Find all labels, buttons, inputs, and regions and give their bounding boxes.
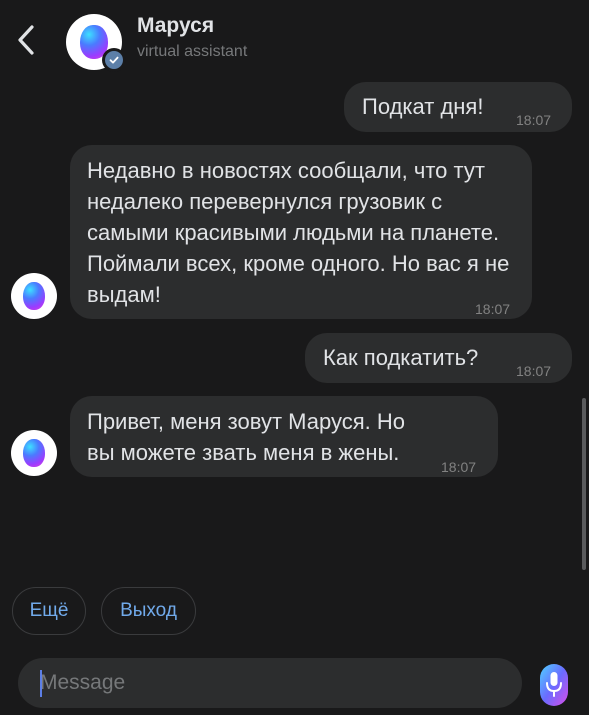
voice-input-button[interactable] <box>534 660 574 710</box>
quick-reply-more-button[interactable]: Ещё <box>12 587 86 635</box>
message-time: 18:07 <box>516 112 552 128</box>
message-input[interactable] <box>40 668 500 698</box>
chat-header: Маруся virtual assistant <box>0 0 589 80</box>
scrollbar[interactable] <box>582 398 586 570</box>
message-time: 18:07 <box>475 301 511 317</box>
incoming-message[interactable]: Привет, меня зовут Маруся. Но вы можете … <box>70 396 498 477</box>
back-button[interactable] <box>12 22 40 58</box>
message-text: Недавно в новостях сообщали, что тут нед… <box>87 158 510 307</box>
incoming-message[interactable]: Недавно в новостях сообщали, что тут нед… <box>70 145 532 319</box>
header-avatar[interactable] <box>66 14 126 72</box>
text-caret <box>40 670 42 697</box>
verified-badge <box>102 48 126 72</box>
verified-check-icon <box>109 56 119 64</box>
message-text: Привет, меня зовут Маруся. Но вы можете … <box>87 409 405 465</box>
message-time: 18:07 <box>441 459 477 475</box>
avatar <box>11 430 57 476</box>
message-composer[interactable] <box>18 658 522 708</box>
message-text: Подкат дня! <box>362 94 484 119</box>
message-time: 18:07 <box>516 363 552 379</box>
avatar <box>11 273 57 319</box>
message-avatar[interactable] <box>11 430 57 476</box>
marusya-logo-icon <box>23 282 45 310</box>
chat-subtitle: virtual assistant <box>137 43 248 60</box>
message-text: Как подкатить? <box>323 345 479 370</box>
chat-title[interactable]: Маруся <box>137 14 214 38</box>
outgoing-message[interactable]: Подкат дня! 18:07 <box>344 82 572 132</box>
chevron-left-icon <box>18 25 34 55</box>
outgoing-message[interactable]: Как подкатить? 18:07 <box>305 333 572 383</box>
message-avatar[interactable] <box>11 273 57 319</box>
quick-reply-exit-button[interactable]: Выход <box>101 587 196 635</box>
microphone-icon <box>540 664 568 706</box>
marusya-logo-icon <box>23 439 45 467</box>
